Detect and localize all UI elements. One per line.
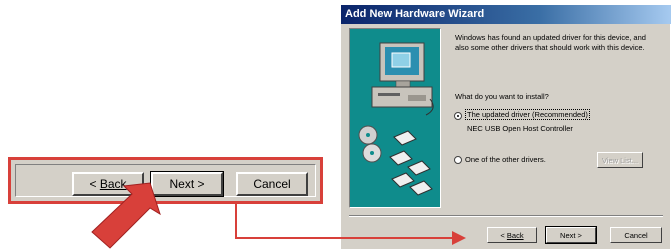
dialog-separator — [349, 215, 663, 217]
zoom-cancel-label: Cancel — [253, 177, 291, 191]
updated-driver-detail: NEC USB Open Host Controller — [467, 124, 573, 133]
zoom-back-button[interactable]: < Back — [72, 172, 144, 196]
dialog-back-button[interactable]: < Back — [487, 227, 537, 243]
view-list-button[interactable]: View List... — [597, 152, 643, 168]
zoomed-button-bar: < Back Next > Cancel — [8, 157, 323, 204]
dialog-cancel-label: Cancel — [624, 230, 648, 240]
zoom-cancel-button[interactable]: Cancel — [236, 172, 308, 196]
radio-other-drivers[interactable] — [454, 156, 462, 164]
zoom-back-prefix: < — [89, 177, 100, 191]
dialog-next-button[interactable]: Next > — [545, 226, 597, 244]
message-line-2: also some other drivers that should work… — [455, 43, 645, 52]
add-hardware-wizard-dialog: Add New Hardware Wizard Windows has foun… — [340, 4, 671, 249]
radio-updated-driver[interactable] — [454, 112, 462, 120]
dialog-next-label: Next > — [560, 230, 582, 240]
dialog-cancel-button[interactable]: Cancel — [610, 227, 662, 243]
zoom-next-label: Next > — [169, 177, 205, 191]
zoom-back-label: Back — [99, 177, 127, 191]
option-updated-driver-text: The updated driver (Recommended) — [465, 109, 590, 120]
dialog-title: Add New Hardware Wizard — [345, 8, 485, 20]
zoomed-button-panel: < Back Next > Cancel — [15, 164, 316, 197]
install-question: What do you want to install? — [455, 92, 549, 101]
message-line-1: Windows has found an updated driver for … — [455, 33, 646, 42]
wizard-illustration-panel — [349, 28, 441, 208]
view-list-label: View List... — [601, 155, 639, 165]
option-updated-driver-label[interactable]: The updated driver (Recommended) — [465, 109, 590, 120]
computer-with-disks-icon — [358, 42, 434, 196]
title-bar: Add New Hardware Wizard — [341, 5, 671, 24]
zoom-next-button[interactable]: Next > — [150, 171, 224, 197]
dialog-back-label: Back — [506, 230, 524, 240]
option-other-drivers-label[interactable]: One of the other drivers. — [465, 155, 546, 165]
